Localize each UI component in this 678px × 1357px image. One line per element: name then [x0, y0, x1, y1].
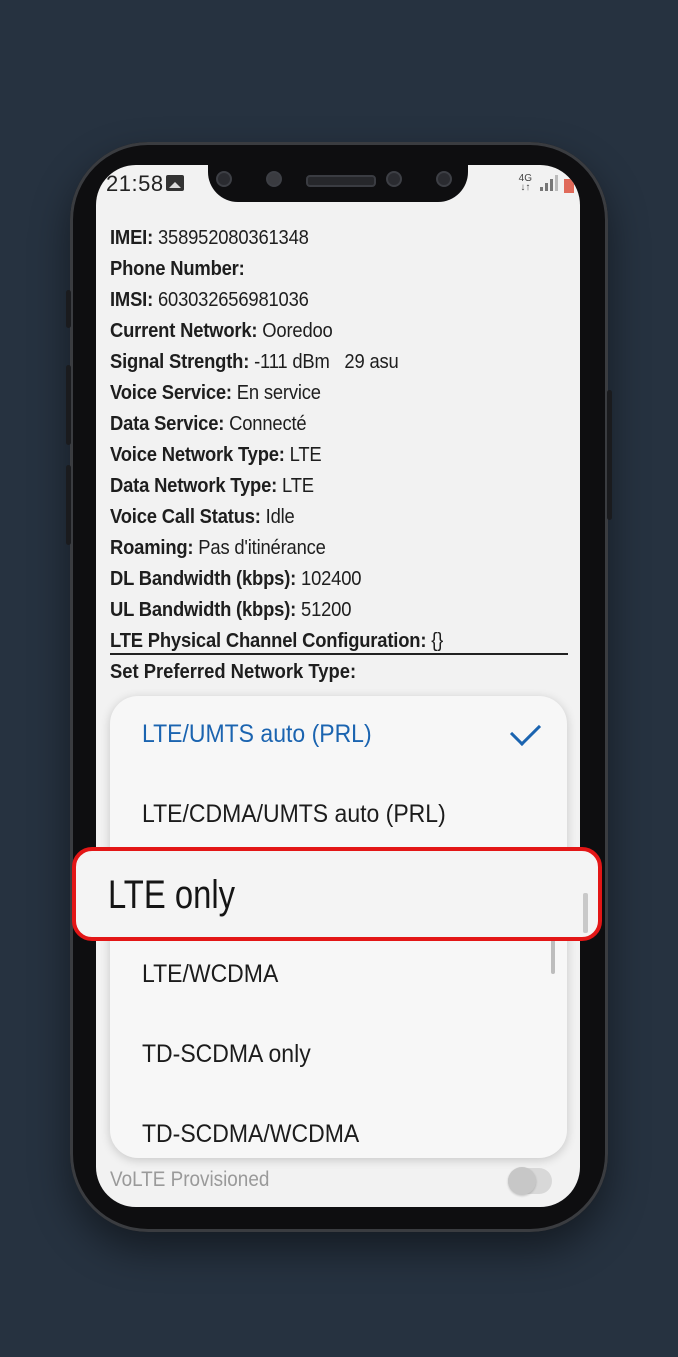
preferred-network-label: Set Preferred Network Type: [110, 661, 357, 683]
info-row-ul-bandwidth: UL Bandwidth (kbps): 51200 [110, 595, 533, 626]
info-row-dl-bandwidth: DL Bandwidth (kbps): 102400 [110, 564, 533, 595]
info-label: Voice Network Type: [110, 444, 285, 466]
dropdown-scrollbar-thumb [583, 893, 588, 933]
info-value: 603032656981036 [153, 289, 309, 311]
info-row-data-service: Data Service: Connecté [110, 409, 533, 440]
status-time: 21:58 [106, 171, 164, 196]
proximity-sensor-icon [436, 171, 452, 187]
info-label: Roaming: [110, 537, 194, 559]
info-row-voice-network-type: Voice Network Type: LTE [110, 440, 533, 471]
info-row-data-network-type: Data Network Type: LTE [110, 471, 533, 502]
info-label: Data Service: [110, 413, 225, 435]
signal-icon [540, 175, 558, 191]
info-row-current-network: Current Network: Ooredoo [110, 316, 533, 347]
side-button-power [607, 390, 612, 520]
info-value: {} [426, 630, 444, 652]
info-row-imei: IMEI: 358952080361348 [110, 223, 533, 254]
info-label: Current Network: [110, 320, 258, 342]
highlighted-option-lte-only[interactable]: LTE only [72, 847, 602, 941]
gallery-icon [166, 175, 184, 191]
network-type-indicator: 4G ↓↑ [518, 173, 532, 193]
dropdown-option-td-scdma-only[interactable]: TD-SCDMA only [142, 1040, 311, 1069]
info-value: LTE [277, 475, 314, 497]
dropdown-option-lte-only[interactable]: LTE only [108, 873, 235, 918]
side-button-bixby [66, 290, 71, 328]
dropdown-option-td-scdma-wcdma[interactable]: TD-SCDMA/WCDMA [142, 1120, 359, 1149]
volte-toggle[interactable] [508, 1167, 552, 1195]
info-value: Pas d'itinérance [193, 537, 326, 559]
side-button-volume-down [66, 465, 71, 545]
info-value: 102400 [296, 568, 362, 590]
info-value: Connecté [224, 413, 307, 435]
info-value: 51200 [296, 599, 352, 621]
info-label: Phone Number: [110, 258, 245, 280]
network-type-label: 4G [518, 173, 532, 184]
info-value: -111 dBm 29 asu [249, 351, 399, 373]
dropdown-option-lte-umts-auto[interactable]: LTE/UMTS auto (PRL) [142, 720, 372, 749]
info-value: 358952080361348 [153, 227, 309, 249]
sensor-icon [216, 171, 232, 187]
info-label: IMSI: [110, 289, 154, 311]
info-label: Signal Strength: [110, 351, 250, 373]
info-label: Voice Service: [110, 382, 232, 404]
info-row-imsi: IMSI: 603032656981036 [110, 285, 533, 316]
info-label: IMEI: [110, 227, 154, 249]
info-label: LTE Physical Channel Configuration: [110, 630, 427, 652]
info-label: Data Network Type: [110, 475, 278, 497]
iris-scanner-icon [386, 171, 402, 187]
info-value: LTE [284, 444, 322, 466]
info-value: En service [231, 382, 321, 404]
status-bar: 21:58 4G ↓↑ [96, 165, 580, 205]
earpiece-speaker [306, 175, 376, 187]
volte-provisioned-label: VoLTE Provisioned [110, 1168, 270, 1191]
info-row-phone-number: Phone Number: [110, 254, 533, 285]
info-row-voice-call-status: Voice Call Status: Idle [110, 502, 533, 533]
side-button-volume-up [66, 365, 71, 445]
info-row-voice-service: Voice Service: En service [110, 378, 533, 409]
checkmark-icon [509, 714, 542, 747]
info-label: DL Bandwidth (kbps): [110, 568, 297, 590]
info-label: UL Bandwidth (kbps): [110, 599, 297, 621]
phone-info-list: IMEI: 358952080361348 Phone Number: IMSI… [110, 223, 570, 657]
info-value: Idle [260, 506, 295, 528]
info-label: Voice Call Status: [110, 506, 261, 528]
divider [110, 653, 568, 655]
camera-notch [208, 165, 468, 202]
front-camera-icon [266, 171, 282, 187]
info-row-signal-strength: Signal Strength: -111 dBm 29 asu [110, 347, 533, 378]
dropdown-option-lte-wcdma[interactable]: LTE/WCDMA [142, 960, 278, 989]
info-value: Ooredoo [257, 320, 333, 342]
dropdown-option-lte-cdma-umts-auto[interactable]: LTE/CDMA/UMTS auto (PRL) [142, 800, 446, 829]
battery-icon [564, 179, 574, 193]
info-row-roaming: Roaming: Pas d'itinérance [110, 533, 533, 564]
